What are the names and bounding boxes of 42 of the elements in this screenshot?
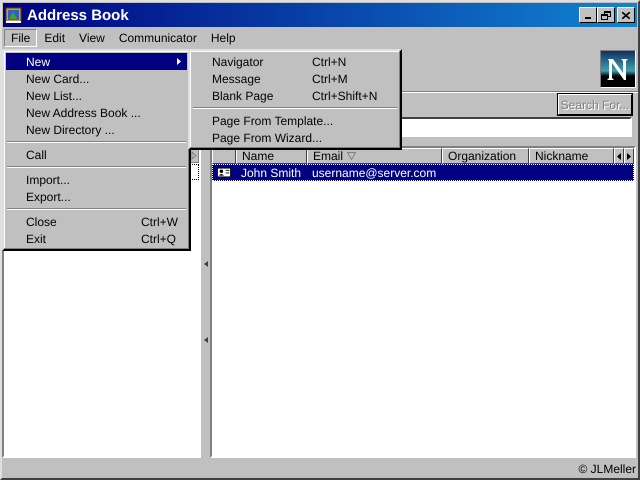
scroll-left-button[interactable] — [614, 148, 624, 164]
menu-item[interactable]: New — [6, 53, 187, 70]
menu-item[interactable]: New List... — [6, 87, 187, 104]
collapse-arrow-icon[interactable] — [204, 337, 208, 343]
left-arrow-icon — [617, 152, 621, 160]
menu-item[interactable]: Page From Template... — [192, 112, 398, 129]
menu-item[interactable]: New Card... — [6, 70, 187, 87]
menu-item[interactable]: Exit Ctrl+Q — [6, 230, 187, 247]
menu-item[interactable]: Close Ctrl+W — [6, 213, 187, 230]
restore-button[interactable] — [597, 7, 615, 23]
logo-icon — [600, 50, 636, 88]
menu[interactable]: Communicator — [112, 28, 204, 46]
menu[interactable]: Edit — [37, 28, 72, 46]
address-book-icon — [5, 6, 23, 24]
restore-icon — [601, 10, 611, 20]
column-header[interactable]: Email — [307, 148, 442, 164]
close-icon — [622, 12, 630, 18]
menu-item[interactable]: Call — [6, 146, 187, 163]
minimize-button[interactable] — [579, 7, 597, 23]
column-header[interactable]: Nickname — [529, 148, 614, 164]
collapse-arrow-icon[interactable] — [204, 261, 208, 267]
table-cell-text: John Smith — [240, 166, 302, 180]
window-title: Address Book — [27, 6, 130, 24]
menu-item[interactable]: Import... — [6, 171, 187, 188]
menu[interactable]: Help — [204, 28, 243, 46]
menu[interactable]: View — [72, 28, 112, 46]
menu-item[interactable]: Page From Wizard... — [192, 129, 398, 146]
table-cell-text: username@server.com — [311, 166, 438, 180]
column-header[interactable]: Organization — [442, 148, 529, 164]
menu-item[interactable]: Navigator Ctrl+N — [192, 53, 398, 70]
scroll-right-button[interactable] — [624, 148, 634, 164]
menu[interactable]: File — [4, 28, 38, 46]
table-row[interactable]: John Smith username@server.com — [212, 164, 634, 181]
right-arrow-icon — [627, 152, 631, 160]
menu-item[interactable]: New Directory ... — [6, 121, 187, 138]
card-icon — [217, 167, 231, 178]
close-button[interactable] — [617, 7, 635, 23]
menu-item[interactable]: Message Ctrl+M — [192, 70, 398, 87]
menu-item[interactable]: New Address Book ... — [6, 104, 187, 121]
menu-item[interactable]: Export... — [6, 188, 187, 205]
status-text: © JLMeller — [578, 462, 636, 476]
menu-item[interactable]: Blank Page Ctrl+Shift+N — [192, 87, 398, 104]
